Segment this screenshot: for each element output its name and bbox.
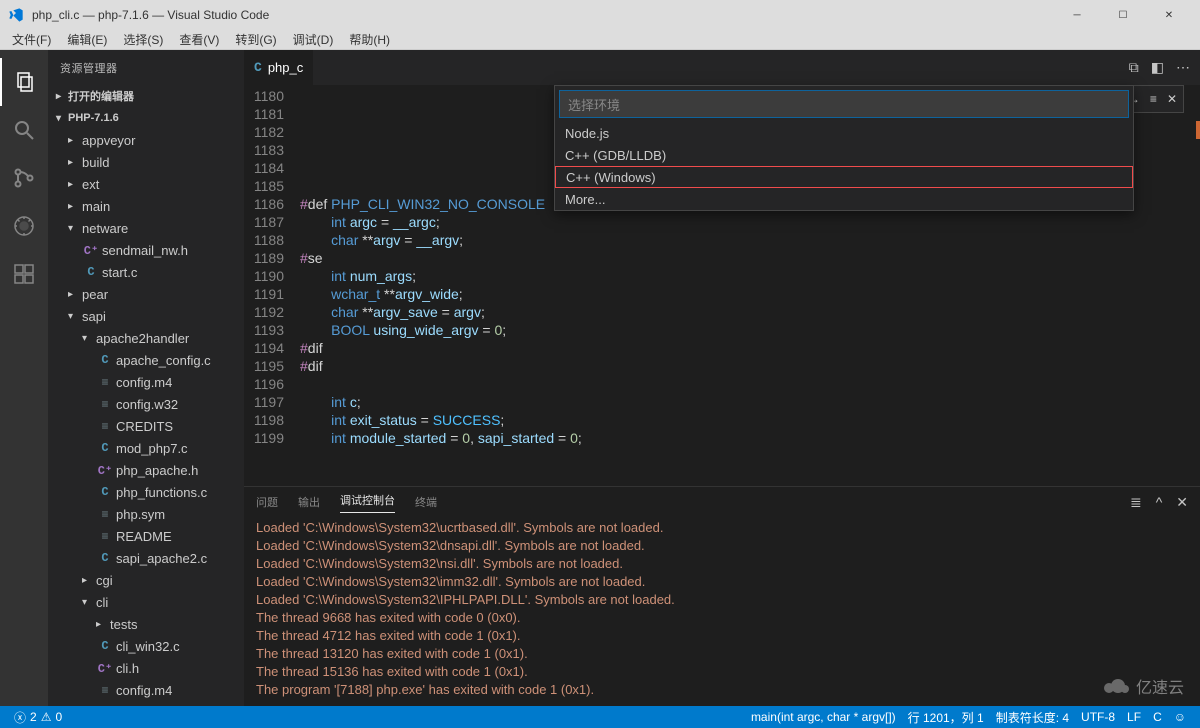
file-item[interactable]: Cmod_php7.c: [48, 437, 244, 459]
folder-item[interactable]: ▸cgi: [48, 569, 244, 591]
quickpick-item[interactable]: Node.js: [555, 122, 1133, 144]
file-item[interactable]: Ccli_win32.c: [48, 635, 244, 657]
titlebar: php_cli.c — php-7.1.6 — Visual Studio Co…: [0, 0, 1200, 30]
menu-edit[interactable]: 编辑(E): [59, 31, 115, 48]
folder-item[interactable]: ▾cli: [48, 591, 244, 613]
panel-tab-terminal[interactable]: 终端: [415, 494, 437, 510]
folder-item[interactable]: ▸tests: [48, 613, 244, 635]
quickpick-item[interactable]: C++ (Windows): [555, 166, 1133, 188]
root-folder[interactable]: ▾PHP-7.1.6: [48, 107, 244, 129]
file-item[interactable]: C⁺sendmail_nw.h: [48, 239, 244, 261]
quickpick-input[interactable]: 选择环境: [559, 90, 1129, 118]
window-title: php_cli.c — php-7.1.6 — Visual Studio Co…: [32, 8, 1054, 22]
status-eol[interactable]: LF: [1121, 709, 1147, 726]
explorer-icon[interactable]: [0, 58, 48, 106]
tab-php-cli[interactable]: C php_c: [244, 50, 313, 85]
file-item[interactable]: ≡README: [48, 525, 244, 547]
folder-item[interactable]: ▸appveyor: [48, 129, 244, 151]
file-item[interactable]: C⁺php_apache.h: [48, 459, 244, 481]
statusbar: ⓧ2 ⚠0 main(int argc, char * argv[]) 行 12…: [0, 706, 1200, 728]
watermark: 亿速云: [1102, 674, 1184, 698]
bottom-panel: 问题 输出 调试控制台 终端 ≣ ^ ✕ Loaded 'C:\Windows\…: [244, 486, 1200, 706]
status-tab-size[interactable]: 制表符长度: 4: [990, 709, 1075, 726]
find-selection-icon[interactable]: ≡: [1150, 92, 1157, 106]
sidebar-title: 资源管理器: [48, 50, 244, 85]
folder-item[interactable]: ▾sapi: [48, 305, 244, 327]
clear-console-icon[interactable]: ≣: [1130, 494, 1142, 511]
menu-help[interactable]: 帮助(H): [341, 31, 398, 48]
menubar: 文件(F) 编辑(E) 选择(S) 查看(V) 转到(G) 调试(D) 帮助(H…: [0, 30, 1200, 50]
minimize-button[interactable]: ─: [1054, 0, 1100, 30]
folder-item[interactable]: ▸ext: [48, 173, 244, 195]
file-item[interactable]: ≡CREDITS: [48, 415, 244, 437]
menu-view[interactable]: 查看(V): [171, 31, 227, 48]
open-editors-section[interactable]: ▸打开的编辑器: [48, 85, 244, 107]
sidebar: 资源管理器 ▸打开的编辑器 ▾PHP-7.1.6 ▸appveyor▸build…: [48, 50, 244, 706]
file-tree[interactable]: ▸打开的编辑器 ▾PHP-7.1.6 ▸appveyor▸build▸ext▸m…: [48, 85, 244, 706]
activitybar: [0, 50, 48, 706]
status-context[interactable]: main(int argc, char * argv[]): [745, 709, 902, 726]
panel-tab-debug-console[interactable]: 调试控制台: [340, 492, 395, 513]
file-item[interactable]: C⁺cli.h: [48, 657, 244, 679]
folder-item[interactable]: ▸main: [48, 195, 244, 217]
scm-icon[interactable]: [0, 154, 48, 202]
editor-area: C php_c ⧉ ◧ ⋯ 选择环境 Node.jsC++ (GDB/LLDB)…: [244, 50, 1200, 706]
quickpick-item[interactable]: More...: [555, 188, 1133, 210]
editor-tabs: C php_c ⧉ ◧ ⋯: [244, 50, 1200, 85]
environment-quickpick: 选择环境 Node.jsC++ (GDB/LLDB)C++ (Windows)M…: [554, 85, 1134, 211]
file-item[interactable]: Cphp_functions.c: [48, 481, 244, 503]
file-item[interactable]: Capache_config.c: [48, 349, 244, 371]
status-language[interactable]: C: [1147, 709, 1168, 726]
status-line-col[interactable]: 行 1201，列 1: [902, 709, 990, 726]
panel-tab-problems[interactable]: 问题: [256, 494, 278, 510]
file-item[interactable]: ≡config.w32: [48, 701, 244, 706]
status-errors[interactable]: ⓧ2 ⚠0: [8, 709, 68, 726]
warning-icon: ⚠: [41, 710, 52, 724]
panel-tab-output[interactable]: 输出: [298, 494, 320, 510]
split-editor-icon[interactable]: ◧: [1151, 59, 1164, 76]
file-item[interactable]: ≡config.m4: [48, 679, 244, 701]
error-icon: ⓧ: [14, 709, 26, 726]
more-actions-icon[interactable]: ⋯: [1176, 59, 1190, 76]
menu-select[interactable]: 选择(S): [115, 31, 171, 48]
vscode-logo-icon: [8, 7, 24, 23]
folder-item[interactable]: ▾apache2handler: [48, 327, 244, 349]
c-file-icon: C: [254, 60, 262, 75]
file-item[interactable]: ≡config.m4: [48, 371, 244, 393]
search-icon[interactable]: [0, 106, 48, 154]
folder-item[interactable]: ▸build: [48, 151, 244, 173]
menu-debug[interactable]: 调试(D): [285, 31, 342, 48]
status-feedback-icon[interactable]: ☺: [1168, 709, 1192, 726]
file-item[interactable]: ≡config.w32: [48, 393, 244, 415]
menu-goto[interactable]: 转到(G): [227, 31, 284, 48]
folder-item[interactable]: ▸pear: [48, 283, 244, 305]
quickpick-item[interactable]: C++ (GDB/LLDB): [555, 144, 1133, 166]
status-encoding[interactable]: UTF-8: [1075, 709, 1121, 726]
file-item[interactable]: Cstart.c: [48, 261, 244, 283]
panel-maximize-icon[interactable]: ^: [1156, 494, 1163, 511]
tab-label: php_c: [268, 60, 303, 75]
maximize-button[interactable]: ☐: [1100, 0, 1146, 30]
extensions-icon[interactable]: [0, 250, 48, 298]
find-close-icon[interactable]: ✕: [1167, 92, 1177, 106]
file-item[interactable]: ≡php.sym: [48, 503, 244, 525]
close-button[interactable]: ✕: [1146, 0, 1192, 30]
panel-close-icon[interactable]: ✕: [1176, 494, 1188, 511]
debug-icon[interactable]: [0, 202, 48, 250]
debug-console-output[interactable]: Loaded 'C:\Windows\System32\ucrtbased.dl…: [244, 517, 1200, 706]
menu-file[interactable]: 文件(F): [4, 31, 59, 48]
file-item[interactable]: Csapi_apache2.c: [48, 547, 244, 569]
split-compare-icon[interactable]: ⧉: [1129, 59, 1139, 76]
folder-item[interactable]: ▾netware: [48, 217, 244, 239]
overview-ruler-marker: [1196, 121, 1200, 139]
line-numbers: 1180118111821183118411851186118711881189…: [244, 85, 300, 486]
